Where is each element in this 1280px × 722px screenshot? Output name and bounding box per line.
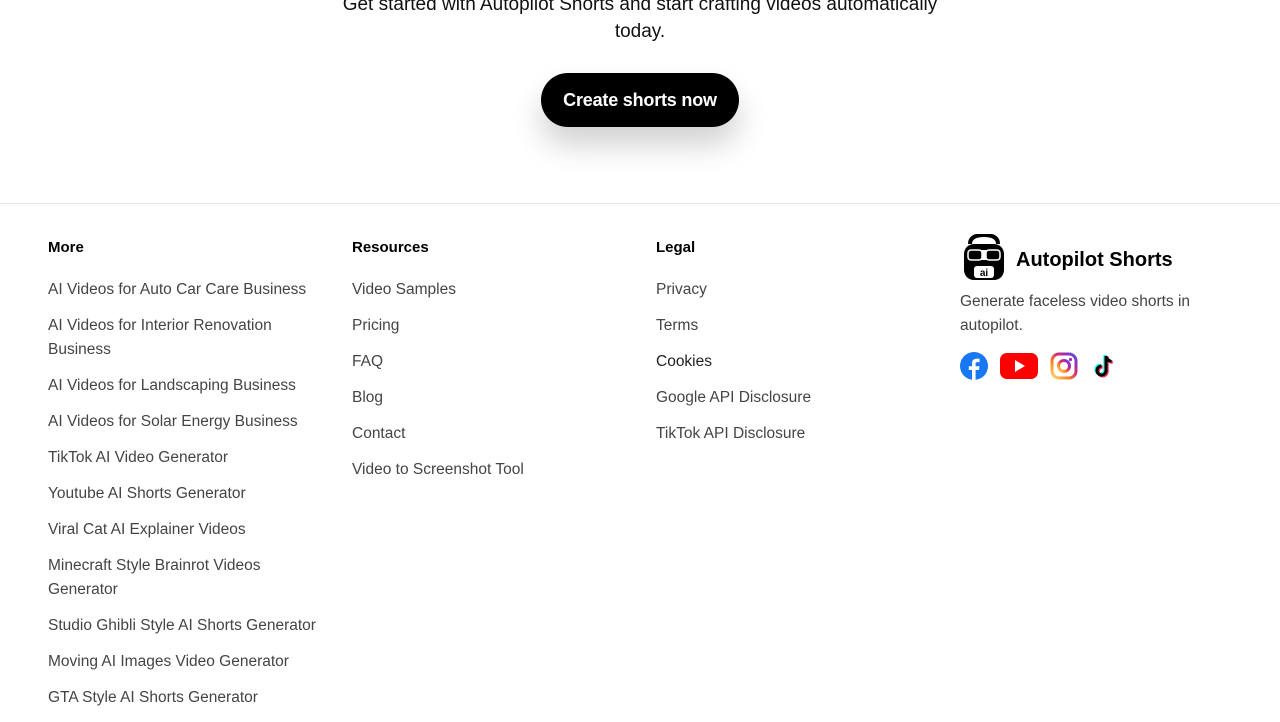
create-shorts-button[interactable]: Create shorts now <box>541 73 739 127</box>
brand-logo-text: ai <box>980 268 989 279</box>
footer-link-interior-renovation[interactable]: AI Videos for Interior Renovation Busine… <box>48 317 272 358</box>
footer-link-gta-style[interactable]: GTA Style AI Shorts Generator <box>48 689 258 706</box>
footer-link-youtube-shorts[interactable]: Youtube AI Shorts Generator <box>48 485 246 502</box>
footer-divider <box>0 203 1280 204</box>
footer-link-google-api-disclosure[interactable]: Google API Disclosure <box>656 389 811 406</box>
footer-column-more: More AI Videos for Auto Car Care Busines… <box>48 238 328 722</box>
footer-heading-resources: Resources <box>352 239 429 256</box>
footer-link-landscaping[interactable]: AI Videos for Landscaping Business <box>48 377 296 394</box>
footer-link-video-samples[interactable]: Video Samples <box>352 281 456 298</box>
brand-logo-icon: ai <box>960 232 1008 287</box>
footer-link-contact[interactable]: Contact <box>352 425 405 442</box>
footer-brand: ai Autopilot Shorts Generate faceless vi… <box>960 232 1220 380</box>
youtube-icon[interactable] <box>1000 352 1038 380</box>
facebook-icon[interactable] <box>960 352 988 380</box>
footer-link-tiktok-api-disclosure[interactable]: TikTok API Disclosure <box>656 425 805 442</box>
cta-text: Get started with Autopilot Shorts and st… <box>342 0 938 42</box>
footer-link-tiktok-generator[interactable]: TikTok AI Video Generator <box>48 449 228 466</box>
footer-link-viral-cat[interactable]: Viral Cat AI Explainer Videos <box>48 521 246 538</box>
footer-link-privacy[interactable]: Privacy <box>656 281 707 298</box>
footer-link-blog[interactable]: Blog <box>352 389 383 406</box>
brand-description: Generate faceless video shorts in autopi… <box>960 293 1191 334</box>
footer-link-video-to-screenshot[interactable]: Video to Screenshot Tool <box>352 461 524 478</box>
footer-link-faq[interactable]: FAQ <box>352 353 383 370</box>
social-links <box>960 352 1220 380</box>
footer-link-auto-car-care[interactable]: AI Videos for Auto Car Care Business <box>48 281 306 298</box>
footer-links-resources: Video Samples Pricing FAQ Blog Contact V… <box>352 278 612 482</box>
footer-column-resources: Resources Video Samples Pricing FAQ Blog… <box>352 238 612 494</box>
footer-column-legal: Legal Privacy Terms Cookies Google API D… <box>656 238 916 458</box>
footer-link-moving-images[interactable]: Moving AI Images Video Generator <box>48 653 289 670</box>
footer-link-terms[interactable]: Terms <box>656 317 698 334</box>
footer-heading-legal: Legal <box>656 239 696 256</box>
cta-section: Get started with Autopilot Shorts and st… <box>0 0 1280 203</box>
footer-heading-more: More <box>48 239 84 256</box>
footer-link-cookies[interactable]: Cookies <box>656 353 712 370</box>
footer-links-legal: Privacy Terms Cookies Google API Disclos… <box>656 278 916 446</box>
footer-link-solar-energy[interactable]: AI Videos for Solar Energy Business <box>48 413 298 430</box>
brand-row: ai Autopilot Shorts <box>960 232 1220 287</box>
footer-link-studio-ghibli[interactable]: Studio Ghibli Style AI Shorts Generator <box>48 617 316 634</box>
instagram-icon[interactable] <box>1050 352 1078 380</box>
tiktok-icon[interactable] <box>1090 352 1118 380</box>
footer-link-minecraft-brainrot[interactable]: Minecraft Style Brainrot Videos Generato… <box>48 557 261 598</box>
footer-links-more: AI Videos for Auto Car Care Business AI … <box>48 278 328 710</box>
footer-link-pricing[interactable]: Pricing <box>352 317 399 334</box>
brand-name: Autopilot Shorts <box>1016 248 1173 271</box>
